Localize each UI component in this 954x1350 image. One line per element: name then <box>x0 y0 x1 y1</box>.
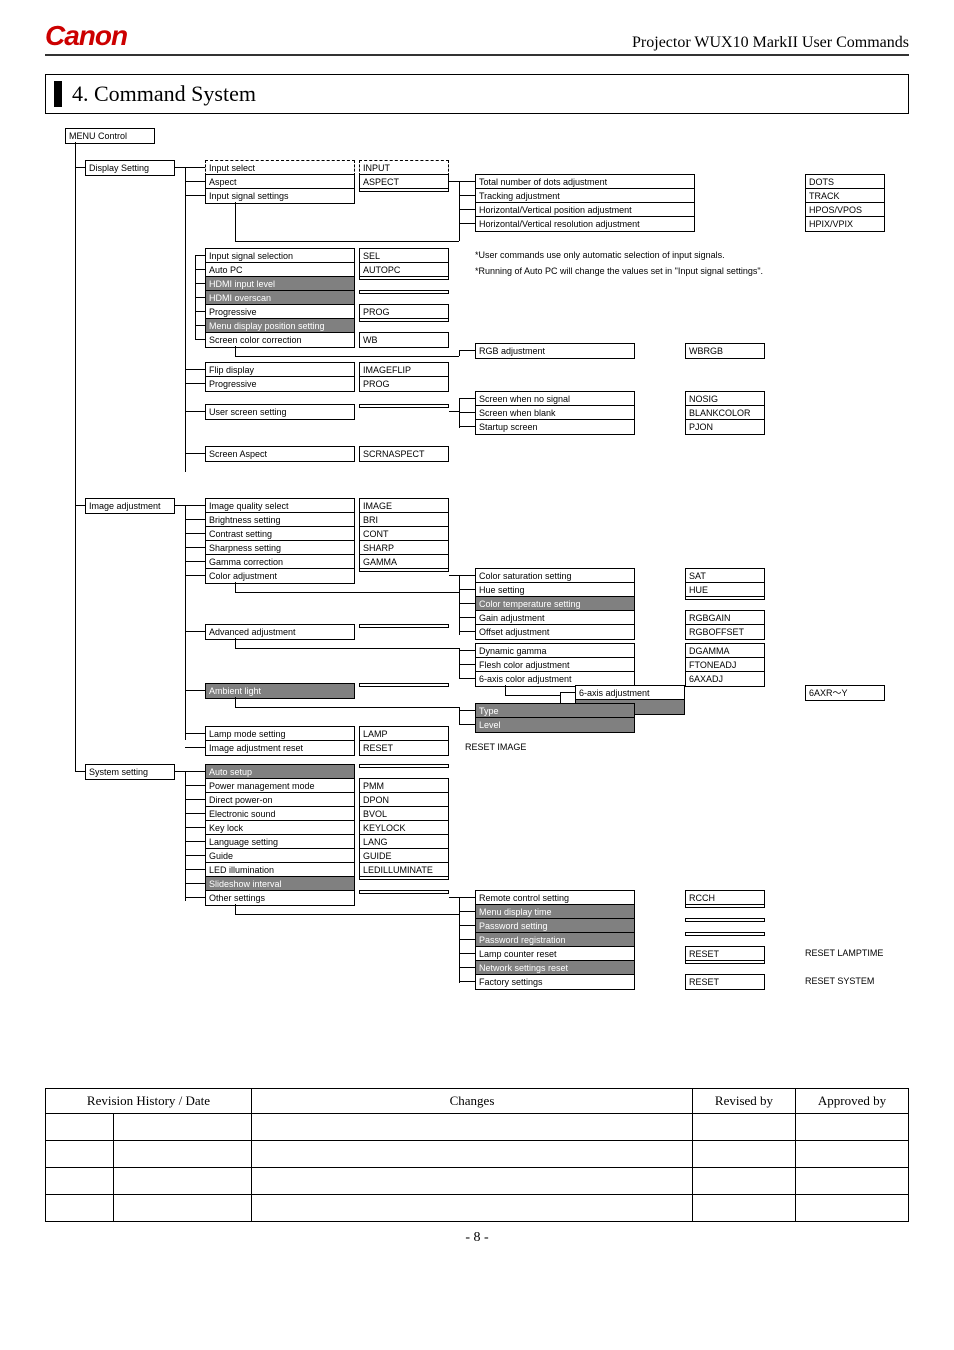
ds-prog2-cmd: PROG <box>359 376 449 392</box>
section-title: 4. Command System <box>54 81 900 107</box>
ds-scc-cmd: WB <box>359 332 449 348</box>
ss-fact-cmd2: RESET SYSTEM <box>805 976 874 986</box>
page-header: Canon Projector WUX10 MarkII User Comman… <box>45 20 909 56</box>
ds-hvpix-cmd: HPIX/VPIX <box>805 216 885 232</box>
ds-scc: Screen color correction <box>205 332 355 348</box>
ds-hvpix: Horizontal/Vertical resolution adjustmen… <box>475 216 695 232</box>
ia-iar: Image adjustment reset <box>205 740 355 756</box>
ia-coloradj: Color adjustment <box>205 568 355 584</box>
ia-6ax-cmd: 6AXADJ <box>685 671 765 687</box>
rev-hdr2: Changes <box>252 1089 693 1114</box>
note1: *User commands use only automatic select… <box>475 250 725 260</box>
rev-hdr3: Revised by <box>693 1089 796 1114</box>
ia-iar-cmd: RESET <box>359 740 449 756</box>
revision-table: Revision History / Date Changes Revised … <box>45 1088 909 1222</box>
ds-rgb: RGB adjustment <box>475 343 635 359</box>
ia-offset-cmd: RGBOFFSET <box>685 624 765 640</box>
cat-display: Display Setting <box>85 160 175 176</box>
doc-title: Projector WUX10 MarkII User Commands <box>632 34 909 52</box>
ss-lampr-cmd2: RESET LAMPTIME <box>805 948 883 958</box>
ds-pjon-cmd: PJON <box>685 419 765 435</box>
reset-image-note: RESET IMAGE <box>465 742 526 752</box>
cat-image: Image adjustment <box>85 498 175 514</box>
cat-system: System setting <box>85 764 175 780</box>
note2: *Running of Auto PC will change the valu… <box>475 266 763 276</box>
ia-amb: Ambient light <box>205 683 355 699</box>
ds-pjon: Startup screen <box>475 419 635 435</box>
ds-scrasp-cmd: SCRNASPECT <box>359 446 449 462</box>
ia-level: Level <box>475 717 635 733</box>
ds-iss: Input signal settings <box>205 188 355 204</box>
ia-adv: Advanced adjustment <box>205 624 355 640</box>
ia-offset: Offset adjustment <box>475 624 635 640</box>
root-box: MENU Control <box>65 128 155 144</box>
ia-6ax2-cmd: 6AXR～Y <box>805 685 885 701</box>
ds-uss: User screen setting <box>205 404 355 420</box>
ds-scrasp: Screen Aspect <box>205 446 355 462</box>
rev-hdr4: Approved by <box>796 1089 909 1114</box>
page-number: - 8 - <box>45 1230 909 1246</box>
ds-prog2: Progressive <box>205 376 355 392</box>
ss-other: Other settings <box>205 890 355 906</box>
ss-fact: Factory settings <box>475 974 635 990</box>
ss-fact-cmd: RESET <box>685 974 765 990</box>
rev-hdr1: Revision History / Date <box>46 1089 252 1114</box>
section-title-box: 4. Command System <box>45 74 909 114</box>
ds-rgb-cmd: WBRGB <box>685 343 765 359</box>
command-tree-diagram: MENU Control Display Setting Image adjus… <box>45 128 909 948</box>
canon-logo: Canon <box>45 20 127 52</box>
